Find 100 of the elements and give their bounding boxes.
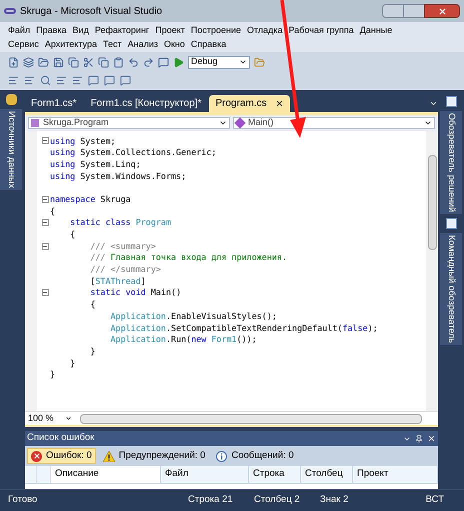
code-line: Application.EnableVisualStyles(); (110, 310, 277, 322)
clipboard-icon[interactable] (113, 56, 124, 68)
caret-icon (219, 119, 227, 127)
menu-item[interactable]: Анализ (128, 38, 158, 52)
code-line: Application.Run(new Form1()); (110, 333, 257, 346)
align-icon[interactable] (72, 74, 83, 86)
collapse-icon[interactable] (42, 219, 48, 226)
play-icon[interactable] (173, 56, 184, 68)
code-line: /// Главная точка входа для приложения. (89, 251, 287, 264)
column-header[interactable]: Описание (51, 466, 161, 483)
comment-icon[interactable] (88, 74, 99, 86)
code-line: using System; (50, 134, 116, 148)
collapse-icon[interactable] (42, 196, 48, 203)
menu-item[interactable]: Правка (36, 24, 67, 38)
editor-tab[interactable]: Program.cs (209, 95, 290, 112)
collapse-icon[interactable] (42, 289, 48, 296)
redo-icon[interactable] (143, 56, 154, 68)
comment-icon[interactable] (120, 74, 131, 86)
menu-item[interactable]: Тест (102, 38, 122, 52)
code-line: using System.Linq; (50, 158, 141, 171)
column-header[interactable]: Файл (161, 466, 249, 483)
caret-icon (424, 119, 432, 127)
scissors-icon[interactable] (83, 56, 94, 68)
side-panel-tab[interactable]: Командный обозреватель (440, 233, 462, 346)
menu-item[interactable]: Окно (164, 38, 185, 52)
menu-item[interactable]: Отладка (247, 24, 283, 38)
editor-tab[interactable]: Form1.cs [Конструктор]* (84, 95, 208, 112)
close-button[interactable] (424, 4, 460, 18)
member-dropdown[interactable]: Main() (233, 117, 435, 129)
menu-item[interactable]: Проект (155, 24, 185, 38)
status-column: Столбец 2 (254, 493, 320, 508)
new-file-icon[interactable] (8, 56, 19, 68)
close-icon (438, 6, 446, 16)
copy-icon[interactable] (98, 56, 109, 68)
code-line: using System.Collections.Generic; (50, 146, 216, 159)
code-line: } (69, 356, 76, 370)
column-header[interactable]: Проект (353, 466, 438, 483)
undo-icon[interactable] (128, 56, 139, 68)
code-line: namespace Skruga (50, 192, 131, 206)
folder-icon[interactable] (38, 56, 49, 68)
close-icon[interactable] (427, 434, 436, 443)
warning-icon (102, 450, 115, 462)
layers-icon[interactable] (23, 56, 34, 68)
type-dropdown[interactable]: Skruga.Program (28, 117, 230, 129)
side-panel-tab[interactable]: Обозреватель решений (440, 111, 462, 214)
close-icon[interactable] (274, 99, 284, 108)
filter-button[interactable]: Ошибок: 0 (27, 448, 96, 464)
vertical-scrollbar[interactable] (426, 131, 438, 411)
code-line: { (89, 298, 96, 311)
scroll-thumb[interactable] (428, 155, 436, 250)
status-line: Строка 21 (188, 493, 234, 508)
editor-tab[interactable]: Form1.cs* (25, 95, 83, 112)
code-line: } (50, 368, 56, 381)
code-line: } (89, 344, 96, 358)
filter-button[interactable]: Предупреждений: 0 (98, 448, 210, 464)
copy-icon[interactable] (68, 56, 79, 68)
error-icon (31, 450, 42, 462)
code-line: /// <summary> (89, 240, 156, 252)
comment-icon[interactable] (158, 56, 169, 68)
menu-item[interactable]: Вид (72, 24, 89, 38)
zoom-dropdown[interactable]: 100 % (25, 412, 65, 426)
window-title: Skruga - Microsoft Visual Studio (20, 4, 162, 18)
class-icon (31, 119, 39, 127)
panel-icon (446, 218, 456, 230)
align-icon[interactable] (8, 74, 19, 86)
search-icon[interactable] (40, 74, 51, 86)
minimize-button[interactable] (382, 4, 404, 18)
horizontal-scrollbar[interactable] (80, 414, 422, 424)
menu-item[interactable]: Данные (360, 24, 392, 38)
side-panel-tab[interactable]: Источники данных (0, 109, 22, 190)
caret-icon[interactable] (429, 99, 438, 108)
filter-button[interactable]: Сообщений: 0 (212, 448, 298, 464)
menu-item[interactable]: Рефакторинг (94, 24, 150, 38)
configuration-dropdown[interactable]: Debug (188, 56, 250, 68)
collapse-icon[interactable] (42, 242, 48, 250)
caret-icon[interactable] (65, 415, 72, 422)
code-line: { (69, 228, 76, 241)
menu-item[interactable]: Архитектура (44, 38, 97, 52)
pin-icon[interactable] (415, 434, 423, 442)
menu-item[interactable]: Рабочая группа (288, 24, 354, 38)
save-icon[interactable] (53, 56, 64, 68)
code-line: [STAThread] (89, 274, 146, 288)
menu-item[interactable]: Справка (190, 38, 226, 52)
column-header[interactable]: Строка (249, 466, 301, 483)
code-line: static class Program (69, 216, 172, 229)
align-icon[interactable] (24, 74, 35, 86)
menu-item[interactable]: Сервис (8, 38, 39, 52)
code-line: using System.Windows.Forms; (50, 170, 186, 182)
panel-title: Список ошибок (27, 431, 94, 446)
status-char: Знак 2 (320, 493, 348, 508)
menu-item[interactable]: Построение (190, 24, 241, 38)
collapse-icon[interactable] (42, 137, 48, 144)
maximize-button[interactable] (404, 4, 424, 18)
comment-icon[interactable] (104, 74, 115, 86)
code-line: /// </summary> (89, 263, 161, 276)
menu-item[interactable]: Файл (8, 24, 30, 38)
app-logo-icon (4, 8, 16, 14)
code-line: { (50, 204, 56, 218)
align-icon[interactable] (56, 74, 67, 86)
column-header[interactable]: Столбец (301, 466, 353, 483)
